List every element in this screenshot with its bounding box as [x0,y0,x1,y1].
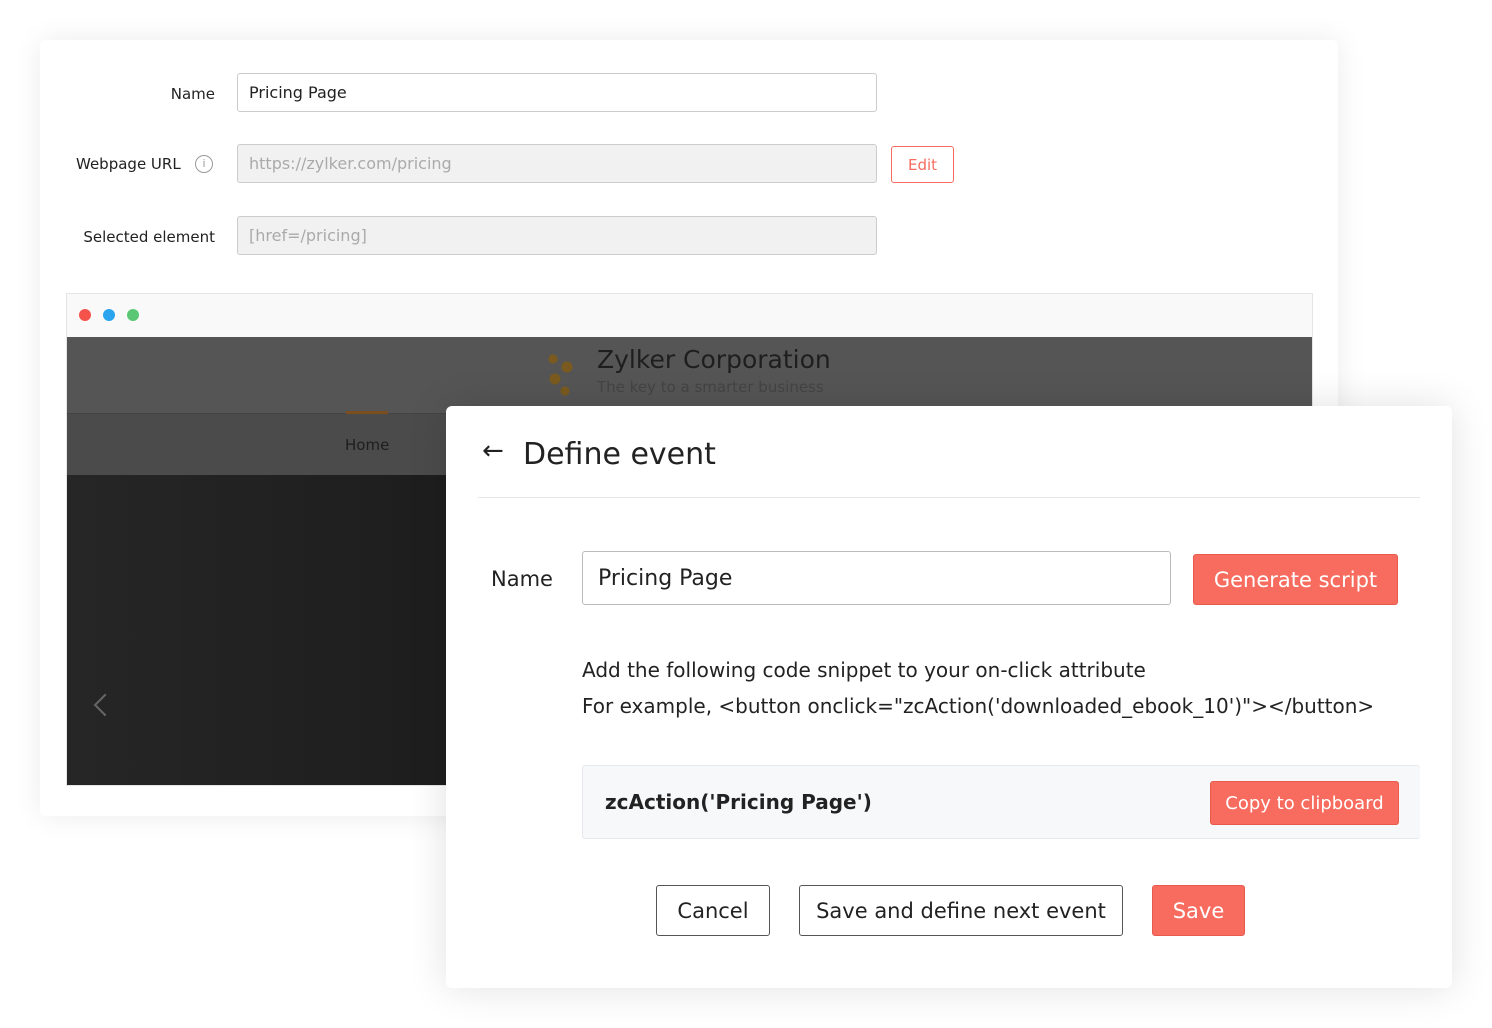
name-input[interactable]: Pricing Page [237,73,877,112]
edit-url-button[interactable]: Edit [891,146,954,183]
define-event-dialog: ← Define event Name Pricing Page Generat… [446,406,1452,988]
element-input: [href=/pricing] [237,216,877,255]
close-dot-icon [79,309,91,321]
company-tagline: The key to a smarter business [597,378,824,396]
cancel-button[interactable]: Cancel [656,885,770,936]
maximize-dot-icon [127,309,139,321]
url-label: Webpage URL [76,155,181,173]
event-name-input[interactable]: Pricing Page [582,551,1171,605]
generate-script-button[interactable]: Generate script [1193,554,1398,605]
browser-titlebar [67,294,1312,337]
save-and-next-button[interactable]: Save and define next event [799,885,1123,936]
save-button[interactable]: Save [1152,885,1245,936]
code-snippet-box: zcAction('Pricing Page') Copy to clipboa… [582,765,1420,839]
zylker-logo-icon [541,345,581,397]
example-text: For example, <button onclick="zcAction('… [582,694,1375,718]
element-label: Selected element [83,228,215,246]
name-label: Name [491,567,553,591]
info-icon[interactable]: i [195,155,213,173]
company-name: Zylker Corporation [597,345,831,374]
dialog-title: Define event [523,437,716,472]
instruction-text: Add the following code snippet to your o… [582,658,1146,682]
nav-home[interactable]: Home [345,436,389,454]
code-snippet: zcAction('Pricing Page') [605,790,872,814]
minimize-dot-icon [103,309,115,321]
url-input: https://zylker.com/pricing [237,144,877,183]
name-label: Name [170,85,215,103]
copy-to-clipboard-button[interactable]: Copy to clipboard [1210,781,1399,825]
divider [478,497,1420,498]
site-header: Zylker Corporation The key to a smarter … [67,337,1312,413]
back-arrow-icon[interactable]: ← [482,436,504,466]
chevron-left-icon[interactable] [93,693,117,717]
